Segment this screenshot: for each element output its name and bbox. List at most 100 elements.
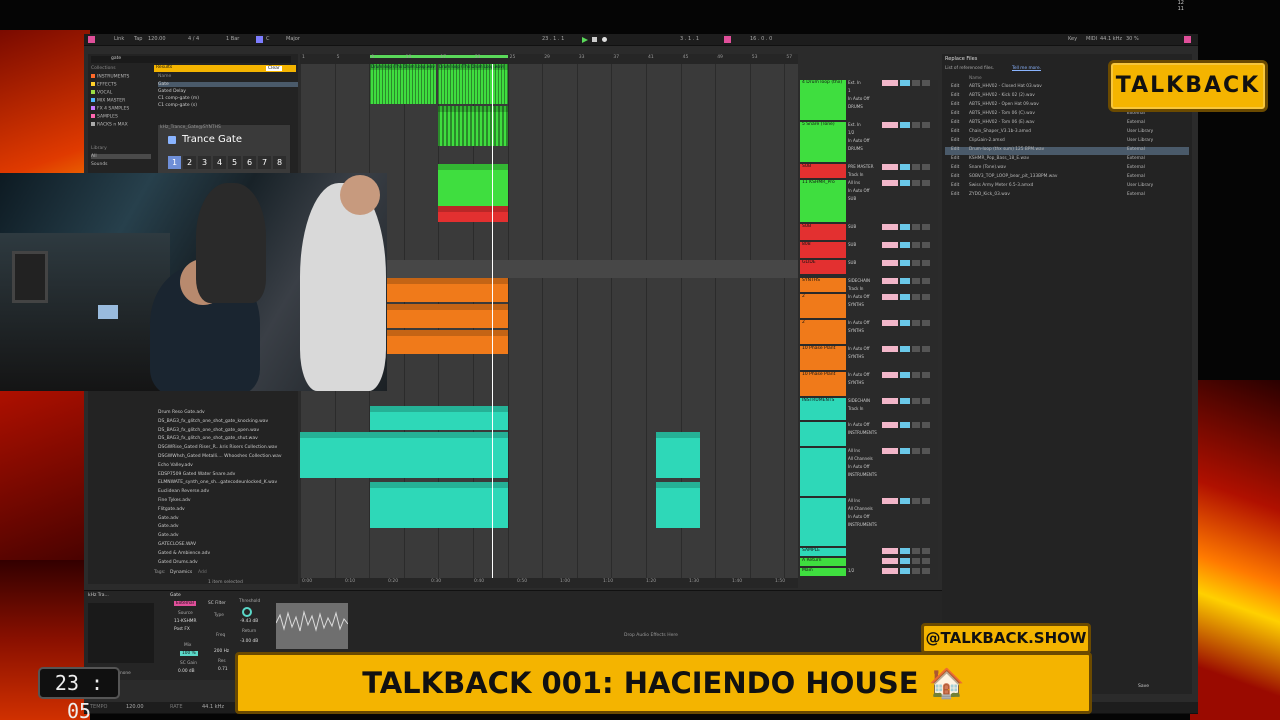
file-row[interactable]: Edit Drum-loop (thx sum) 125 BPM.wav Exter… bbox=[945, 147, 1189, 155]
track-pan[interactable] bbox=[900, 294, 910, 300]
track-header[interactable]: 2 bbox=[800, 294, 846, 318]
track-volume[interactable] bbox=[882, 558, 898, 564]
file-row[interactable]: Edit Snare (Tone).wav External bbox=[945, 165, 1189, 173]
track-volume[interactable] bbox=[882, 224, 898, 230]
key-select[interactable]: C bbox=[266, 36, 270, 42]
clip-inst-3[interactable] bbox=[656, 432, 700, 478]
track-io-field[interactable]: In Auto Off bbox=[848, 188, 880, 193]
result-item[interactable]: Echo Valley.adv bbox=[158, 463, 193, 468]
threshold-knob[interactable] bbox=[242, 607, 252, 617]
track-volume[interactable] bbox=[882, 242, 898, 248]
result-item[interactable]: Gated Delay bbox=[158, 89, 186, 94]
collection-item[interactable]: SAMPLES bbox=[91, 114, 118, 120]
track-header[interactable]: 4 Drum loop (thx) bbox=[800, 80, 846, 120]
track-io-field[interactable]: In Auto Off bbox=[848, 294, 880, 299]
track-io-field[interactable]: PRE MASTER bbox=[848, 164, 880, 169]
track-io-field[interactable]: In Auto Off bbox=[848, 514, 880, 519]
track-io-field[interactable]: 1/2 bbox=[848, 568, 880, 573]
track-io-field[interactable]: Ext. In bbox=[848, 122, 880, 127]
clip-inst-4[interactable] bbox=[370, 482, 508, 528]
track-arm[interactable] bbox=[922, 568, 930, 574]
file-row[interactable]: Edit KSHMR_Pop_Bass_18_E.wav External bbox=[945, 156, 1189, 164]
track-arm[interactable] bbox=[922, 122, 930, 128]
trance-gate-step[interactable]: 4 bbox=[213, 156, 226, 169]
file-edit-button[interactable]: Edit bbox=[951, 102, 959, 107]
track-io-field[interactable]: Track In bbox=[848, 172, 880, 177]
track-arm[interactable] bbox=[922, 320, 930, 326]
track-pan[interactable] bbox=[900, 320, 910, 326]
track-solo[interactable] bbox=[912, 448, 920, 454]
file-edit-button[interactable]: Edit bbox=[951, 147, 959, 152]
file-edit-button[interactable]: Edit bbox=[951, 156, 959, 161]
play-icon[interactable] bbox=[582, 37, 588, 43]
file-edit-button[interactable]: Edit bbox=[951, 120, 959, 125]
file-row[interactable]: Edit Chain_Shaper_V3.1b-3.amxd User Librar… bbox=[945, 129, 1189, 137]
track-io-field[interactable]: In Auto Off bbox=[848, 138, 880, 143]
track-io-field[interactable]: SYNTHS bbox=[848, 380, 880, 385]
track-io-field[interactable]: SIDECHAIN bbox=[848, 278, 880, 283]
record-icon[interactable] bbox=[602, 37, 607, 42]
track-mixer-controls[interactable] bbox=[882, 498, 936, 506]
freq-value[interactable]: 200 Hz bbox=[214, 649, 229, 654]
track-mixer-controls[interactable] bbox=[882, 568, 936, 576]
track-header[interactable]: GLIDE bbox=[800, 260, 846, 274]
key-map-button[interactable]: Key bbox=[1068, 36, 1077, 42]
collection-item[interactable]: FX 4 SAMPLES bbox=[91, 106, 129, 112]
track-header[interactable] bbox=[800, 448, 846, 496]
library-item-all[interactable]: All bbox=[91, 154, 151, 159]
tempo-field[interactable]: 120.00 bbox=[148, 36, 166, 42]
clip-sub[interactable] bbox=[438, 206, 508, 222]
result-item[interactable]: DS_BAG3_fx_glitch_one_shot_gate_knocking… bbox=[158, 419, 268, 424]
track-io-field[interactable]: DRUMS bbox=[848, 104, 880, 109]
clip-drum-loop-1[interactable]: Drum loop (Thx Drum Loop.wav) bbox=[370, 64, 436, 104]
result-item[interactable]: ELMNWATE_synth_one_sh...gatecodeunlocked… bbox=[158, 480, 277, 485]
time-signature[interactable]: 4 / 4 bbox=[188, 36, 199, 42]
clip-drum-loop-2[interactable]: Drum loop (Thx Drum Loop.wav) bbox=[438, 64, 508, 104]
track-solo[interactable] bbox=[912, 372, 920, 378]
track-mixer-controls[interactable] bbox=[882, 80, 936, 88]
track-io-field[interactable]: 1/2 bbox=[848, 130, 880, 135]
track-mixer-controls[interactable] bbox=[882, 398, 936, 406]
browser-search-input[interactable]: gate bbox=[91, 56, 291, 63]
track-arm[interactable] bbox=[922, 180, 930, 186]
trance-gate-step[interactable]: 6 bbox=[243, 156, 256, 169]
file-edit-button[interactable]: Edit bbox=[951, 93, 959, 98]
track-solo[interactable] bbox=[912, 294, 920, 300]
result-item[interactable]: Gate.adv bbox=[158, 533, 179, 538]
result-item[interactable]: Flitgate.adv bbox=[158, 507, 185, 512]
track-solo[interactable] bbox=[912, 548, 920, 554]
file-edit-button[interactable]: Edit bbox=[951, 192, 959, 197]
track-pan[interactable] bbox=[900, 260, 910, 266]
track-solo[interactable] bbox=[912, 346, 920, 352]
track-io-field[interactable]: In Auto Off bbox=[848, 422, 880, 427]
collection-item[interactable]: RACKS n MAX bbox=[91, 122, 128, 128]
track-pan[interactable] bbox=[900, 242, 910, 248]
track-solo[interactable] bbox=[912, 320, 920, 326]
track-io-field[interactable]: All Ins bbox=[848, 448, 880, 453]
track-mixer-controls[interactable] bbox=[882, 260, 936, 268]
file-row[interactable]: Edit ClipGain-2.amxd User Library bbox=[945, 138, 1189, 146]
file-edit-button[interactable]: Edit bbox=[951, 138, 959, 143]
result-item[interactable]: C1 comp-gate (m) bbox=[158, 96, 199, 101]
track-solo[interactable] bbox=[912, 278, 920, 284]
track-header[interactable]: 808 bbox=[800, 242, 846, 258]
result-item[interactable]: Fine Tykes.adv bbox=[158, 498, 191, 503]
trance-gate-step[interactable]: 2 bbox=[183, 156, 196, 169]
track-pan[interactable] bbox=[900, 558, 910, 564]
track-io-field[interactable]: Track In bbox=[848, 286, 880, 291]
track-header[interactable]: 5 Snare (Tone) bbox=[800, 122, 846, 162]
track-volume[interactable] bbox=[882, 498, 898, 504]
track-io-field[interactable]: In Auto Off bbox=[848, 372, 880, 377]
tag-dynamics[interactable]: Dynamics bbox=[170, 570, 192, 575]
track-arm[interactable] bbox=[922, 448, 930, 454]
track-arm[interactable] bbox=[922, 224, 930, 230]
track-mixer-controls[interactable] bbox=[882, 164, 936, 172]
track-solo[interactable] bbox=[912, 122, 920, 128]
track-volume[interactable] bbox=[882, 80, 898, 86]
trance-gate-step[interactable]: 1 bbox=[168, 156, 181, 169]
post-fx-select[interactable]: Post FX bbox=[174, 627, 190, 632]
track-arm[interactable] bbox=[922, 260, 930, 266]
track-volume[interactable] bbox=[882, 398, 898, 404]
track-io-field[interactable]: SYNTHS bbox=[848, 328, 880, 333]
track-arm[interactable] bbox=[922, 498, 930, 504]
